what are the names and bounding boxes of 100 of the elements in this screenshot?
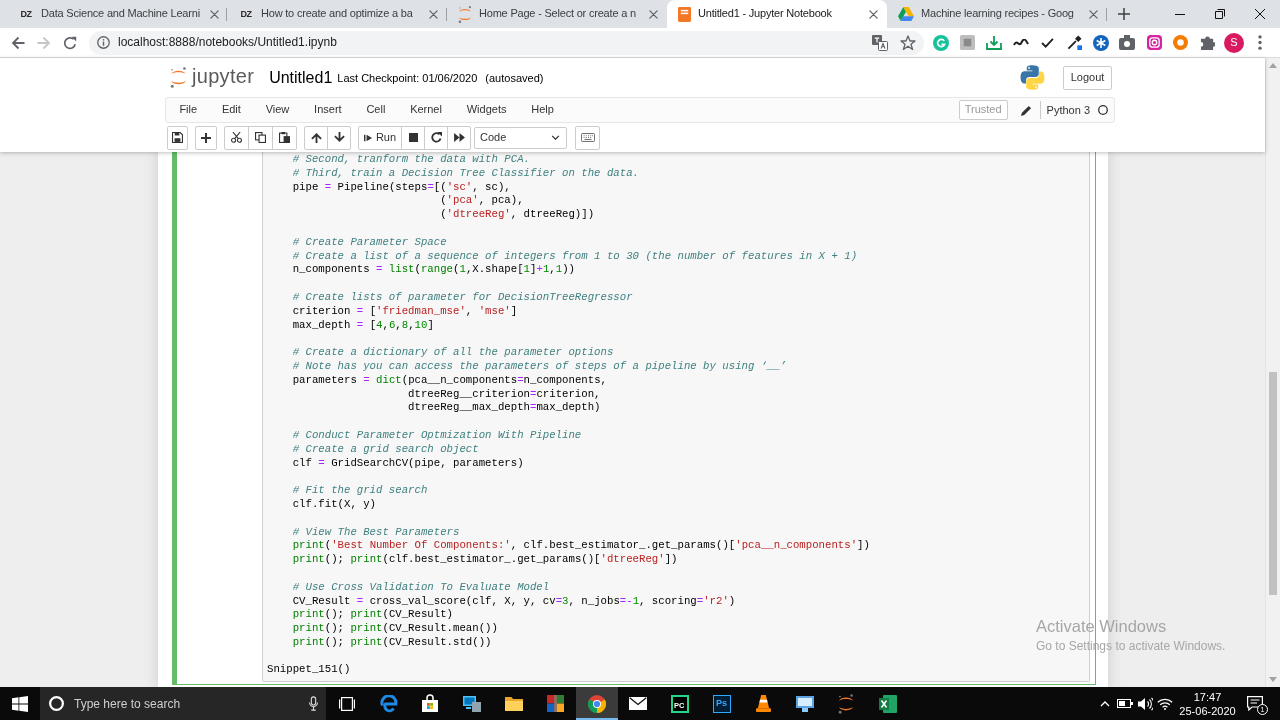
interrupt-button[interactable] [401,125,425,150]
camera-icon[interactable] [1119,35,1136,50]
menu-item[interactable]: Kernel [397,99,455,121]
letter-logo: Ps [712,694,731,713]
check-icon[interactable] [1041,37,1055,48]
code-line: ('dtreeReg', dtreeReg)]) [439,208,595,222]
code-line: # Note has you can access the parameters of steps of a pipeline by using ‘__’ [291,359,787,374]
pencil-icon [1020,104,1032,116]
windows-logo-icon [12,695,28,712]
browser-tab[interactable]: DZ Data Science and Machine Learni [7,0,227,28]
site-logo: DZ [239,8,253,21]
circle-logo-icon[interactable] [1173,35,1189,50]
speech-bubble-icon [1247,696,1263,711]
round-logo-icon [587,694,606,713]
notebook-name[interactable]: Untitled1 [269,67,333,88]
blocks-icon [546,695,564,712]
shortcuts-button[interactable] [575,125,600,150]
menu-icon[interactable] [1258,35,1263,50]
address-bar[interactable]: localhost:8888/notebooks/Untitled1.ipynb [89,30,924,55]
time-text: 17:47 [1193,689,1222,704]
search-field[interactable]: Type here to search [74,693,299,714]
menu-item[interactable]: Cell [354,99,398,121]
chevron-up-icon[interactable] [1100,700,1110,707]
restart-icon [430,132,442,143]
run-button[interactable]: Run [358,125,402,150]
close-icon [429,9,438,19]
code-line: criterion = ['friedman_mse', 'mse'] [291,304,518,319]
triangle-logo-icon [898,7,914,21]
speaker-icon[interactable] [1137,696,1153,711]
autosave-status: (autosaved) [485,71,544,86]
download-icon[interactable] [986,35,1003,50]
browser-tab[interactable]: Home Page - Select or create a n [447,0,667,28]
battery-icon[interactable] [1117,699,1133,708]
search-bar[interactable]: Type here to search [40,687,326,720]
screen-icon [795,695,814,712]
move-down-button[interactable] [327,125,351,150]
keyboard-icon [580,133,595,142]
paste-button[interactable] [272,125,297,150]
restart-button[interactable] [424,125,448,150]
cell-type-select[interactable]: Code [474,126,567,149]
restore-icon [1215,9,1225,19]
code-line: print(); print(CV_Result) [291,608,454,623]
close-icon [649,9,658,19]
star-icon[interactable] [900,34,916,51]
puzzle-icon[interactable] [1199,35,1215,50]
clipboard-icon [279,132,290,143]
browser-tab[interactable]: Machine learning recipes - Goog [887,0,1107,28]
arrow-down-icon [333,132,345,143]
cut-button[interactable] [224,125,249,150]
folder-icon [504,696,523,711]
code-line: # Conduct Parameter Optmization With Pipeline [291,428,582,443]
run-all-button[interactable] [447,125,471,150]
close-icon [1089,9,1098,19]
kernel-name: Python 3 [1039,101,1090,119]
logo-icon [170,67,187,88]
traffic-cone-icon [755,695,771,712]
reload-icon [63,35,77,50]
wifi-icon[interactable] [1157,697,1173,710]
copy-button[interactable] [248,125,273,150]
camera-icon[interactable] [1146,35,1162,50]
envelope-icon [629,697,648,710]
taskbar-app-button[interactable]: Ps [700,687,743,720]
fast-forward-icon [453,133,465,142]
microphone-icon[interactable] [309,696,318,711]
insert-cell-button[interactable] [195,125,217,150]
code-line: parameters = dict(pca__n_components=n_components, [291,373,607,388]
eyedropper-icon[interactable] [1066,35,1082,50]
menu-item[interactable]: Help [518,99,567,121]
logo-icon [458,5,472,23]
code-line: clf = GridSearchCV(pipe, parameters) [291,456,524,471]
code-line: # Third, train a Decision Tree Classifier on the data. [291,166,639,181]
menu-item[interactable]: Edit [209,99,254,121]
info-icon[interactable] [97,36,110,49]
menu-item[interactable]: File [167,99,210,121]
move-up-button[interactable] [304,125,328,150]
browser-tab[interactable]: DZ How to create and optimize a ba [227,0,447,28]
wave-icon[interactable] [1013,38,1030,47]
menu-item[interactable]: Insert [301,99,354,121]
profile-button[interactable]: S [1223,32,1244,53]
save-button[interactable] [167,125,188,150]
asterisk-icon[interactable] [1092,34,1109,51]
scissors-icon [231,132,242,143]
scrollbar-thumb[interactable] [1269,372,1277,595]
copy-icon [255,132,266,143]
menu-item[interactable]: View [253,99,302,121]
monitor-icon [463,695,481,712]
taskbar-app-button[interactable] [575,687,618,720]
activation-notice-title: Activate Windows [1036,616,1167,636]
code-line: print(); print(clf.best_estimator_.get_params()['dtreeReg']) [291,553,678,567]
code-line: max_depth = [4,6,8,10] [291,318,434,333]
spreadsheet-icon [878,694,897,713]
browser-tab[interactable]: Untitled1 - Jupyter Notebook [667,0,887,28]
arrow-up-icon [310,132,322,143]
logout-button[interactable]: Logout [1063,65,1112,90]
code-line: # View The Best Parameters [291,525,460,540]
menu-item[interactable]: Widgets [454,99,519,121]
code-line: print(); print(CV_Result.std()) [291,635,492,650]
tile-icon[interactable] [960,35,976,50]
translate-icon[interactable] [872,34,888,51]
close-icon [869,9,878,19]
